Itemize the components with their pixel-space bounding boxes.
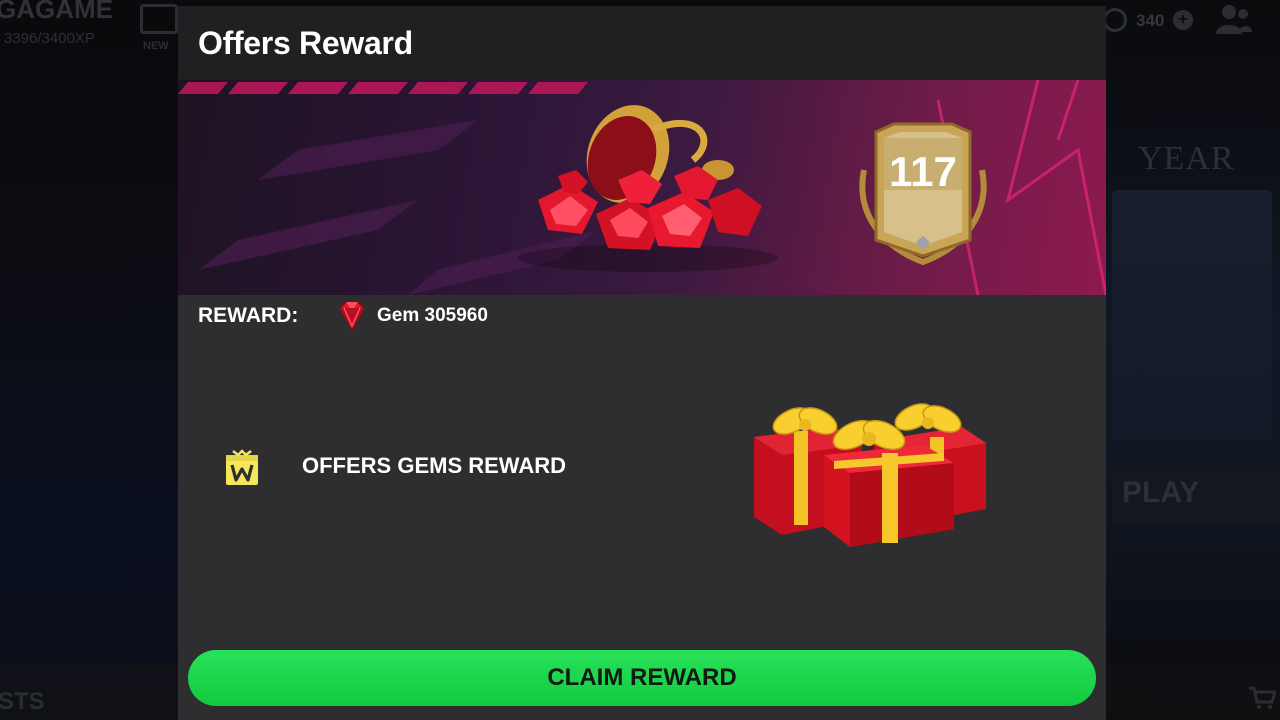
friends-icon [1216,5,1252,34]
offer-label: OFFERS GEMS REWARD [302,453,567,478]
gem-amount: Gem 305960 [377,305,488,326]
gift-boxes-image [754,403,986,547]
banner-artwork: 117 [178,80,1106,295]
gem-icon [339,301,365,332]
background-left-panel [0,0,178,720]
background-player-card [1112,190,1272,440]
coin-icon [1103,8,1127,32]
player-card-badge: 117 [859,122,987,266]
news-icon [140,4,178,34]
player-card-rating: 117 [889,148,957,195]
plus-icon: + [1173,10,1193,30]
background-xp: 3396/3400XP [4,30,95,47]
background-bottom-label: STS [0,688,45,715]
background-coins: 340 [1136,11,1165,30]
reward-label: REWARD: [198,304,299,327]
background-game-name: GAGAME [0,0,113,24]
modal-title: Offers Reward [198,25,413,61]
cart-icon [1249,686,1276,709]
claim-reward-button[interactable]: CLAIM REWARD [188,650,1096,706]
modal-header: Offers Reward [178,6,1106,80]
offer-gift-icon [226,449,258,485]
background-play-label: PLAY [1122,476,1200,509]
background-news-label: NEW [143,40,169,52]
background-year-text: YEAR [1138,140,1235,177]
offers-reward-modal: Offers Reward 117 REWARD: Gem 305960 OFF… [178,6,1106,720]
reward-banner: 117 [178,80,1106,295]
